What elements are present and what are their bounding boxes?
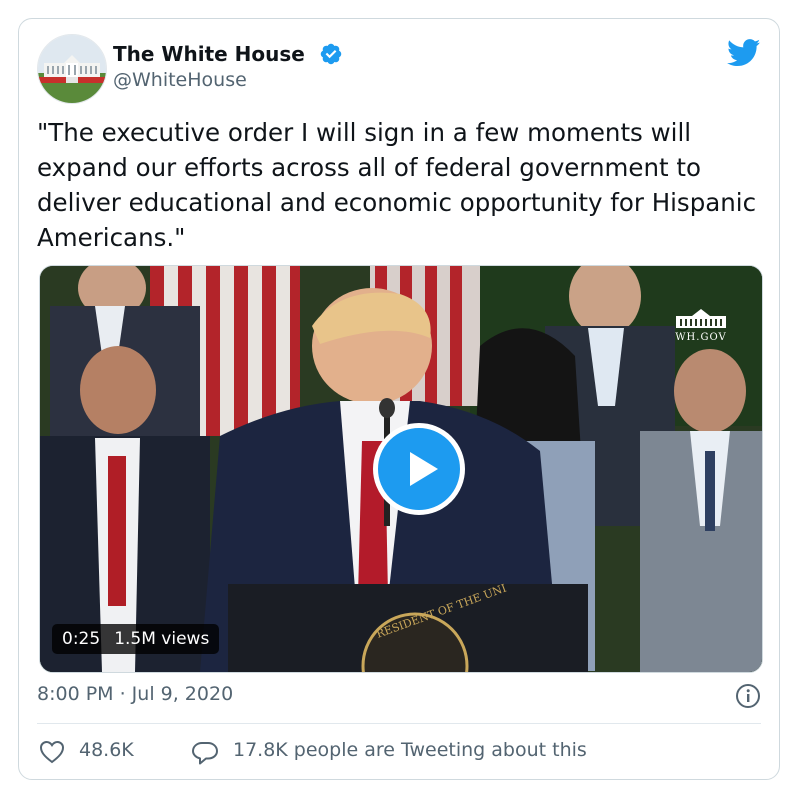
info-icon[interactable] bbox=[735, 683, 761, 709]
avatar[interactable] bbox=[37, 34, 107, 104]
play-button[interactable] bbox=[373, 423, 465, 515]
play-icon bbox=[410, 452, 438, 486]
watermark-text: WH.GOV bbox=[675, 332, 727, 343]
author-handle[interactable]: @WhiteHouse bbox=[113, 69, 247, 91]
twitter-bird-icon[interactable] bbox=[727, 39, 761, 67]
divider bbox=[37, 723, 761, 724]
like-button[interactable]: 48.6K bbox=[37, 737, 167, 767]
wh-gov-watermark: WH.GOV bbox=[670, 306, 732, 350]
tweeting-count: 17.8K people are Tweeting about this bbox=[233, 739, 587, 761]
video-player[interactable]: RESIDENT OF THE UNI WH.GOV 0:25 1.5M vie… bbox=[39, 265, 763, 673]
video-views: 1.5M views bbox=[114, 629, 210, 649]
tweet-timestamp[interactable]: 8:00 PM · Jul 9, 2020 bbox=[37, 683, 233, 705]
heart-icon bbox=[39, 740, 65, 764]
tweet-text: "The executive order I will sign in a fe… bbox=[37, 118, 757, 252]
author-name[interactable]: The White House bbox=[113, 42, 305, 66]
white-house-icon bbox=[676, 309, 726, 328]
video-duration: 0:25 bbox=[62, 629, 101, 649]
verified-badge-icon bbox=[320, 43, 342, 65]
tweet-card: The White House @WhiteHouse "The executi… bbox=[18, 18, 780, 780]
tweeting-link[interactable]: 17.8K people are Tweeting about this bbox=[191, 737, 651, 767]
video-stats-badge: 0:25 1.5M views bbox=[52, 624, 220, 654]
like-count: 48.6K bbox=[79, 739, 134, 761]
speech-bubble-icon bbox=[192, 742, 218, 765]
